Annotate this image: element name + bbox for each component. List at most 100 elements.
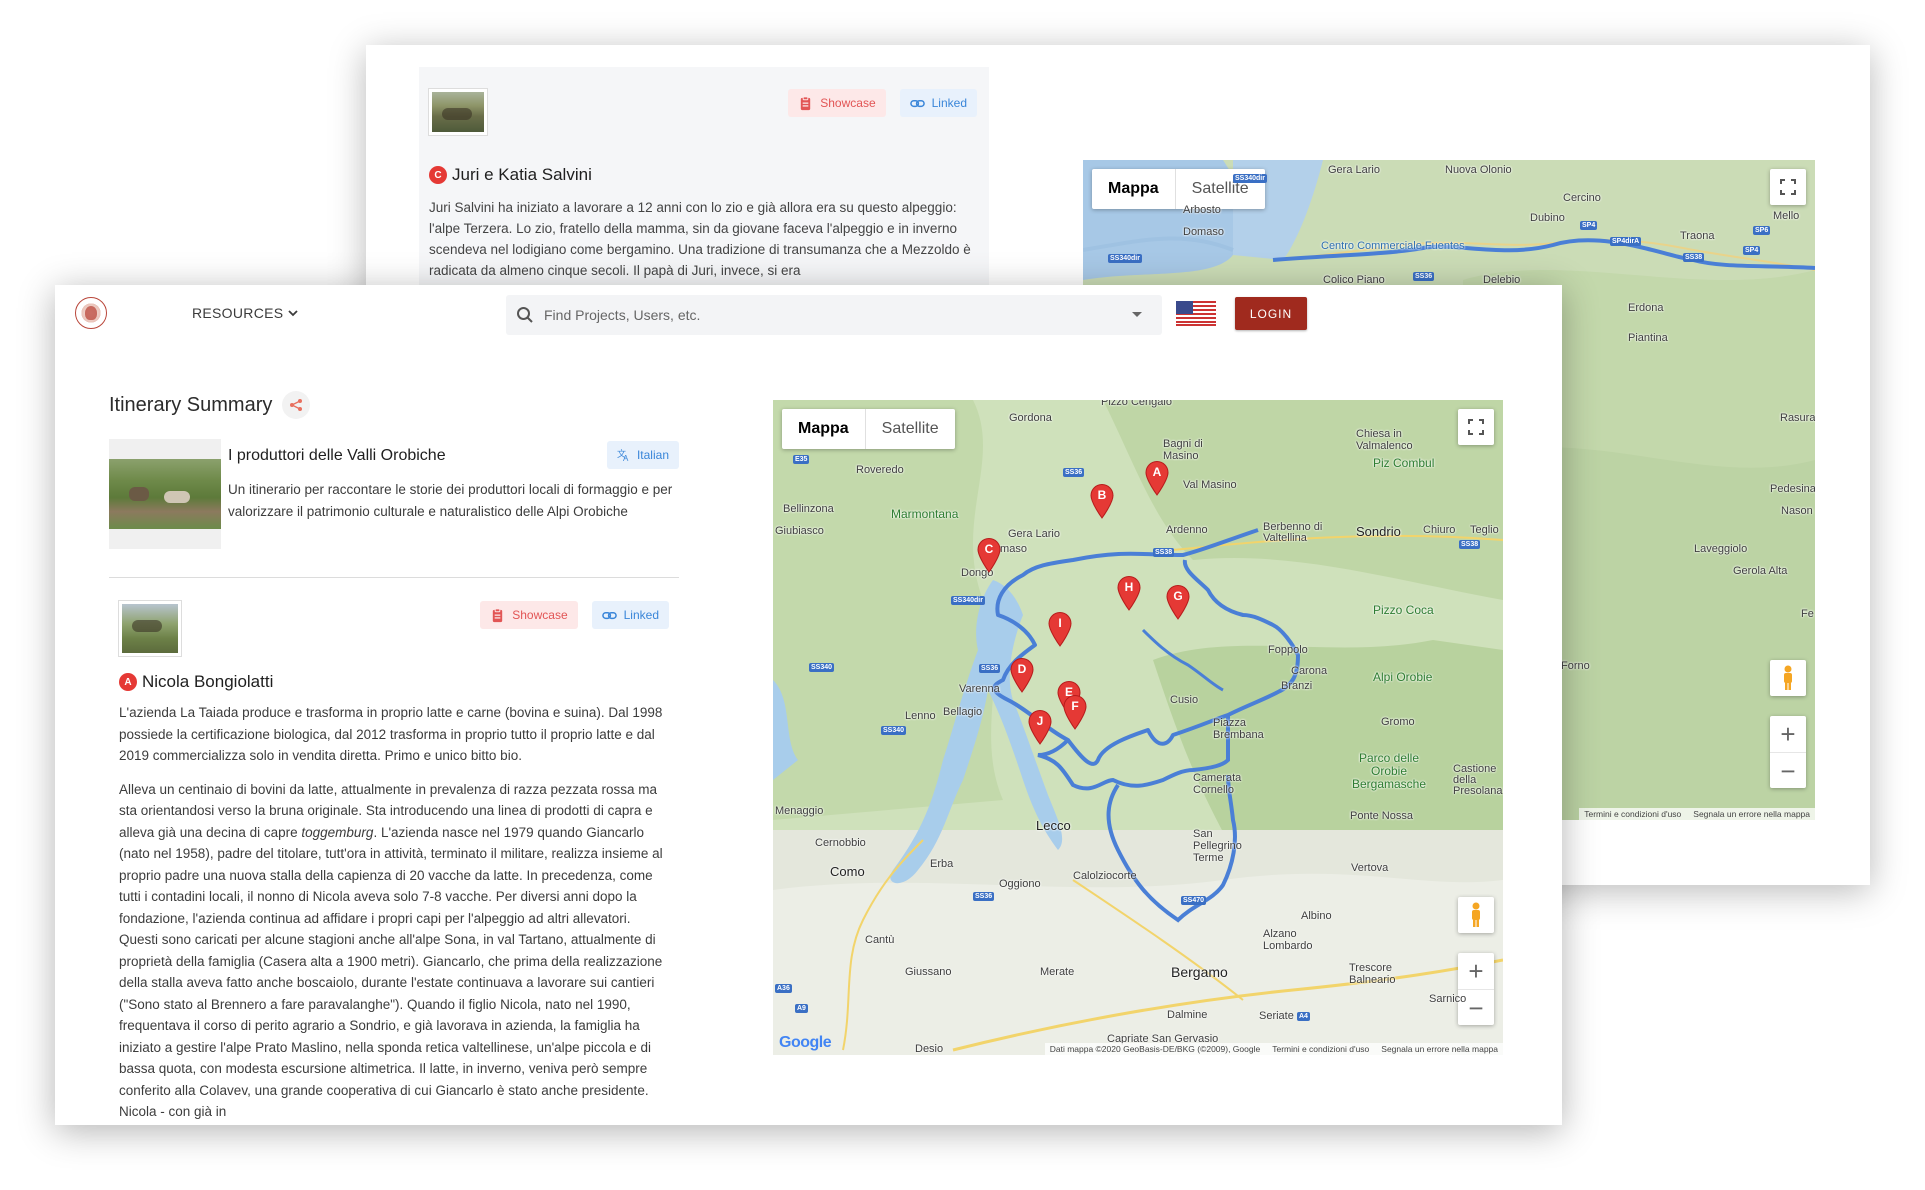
map-label: Cercino [1563, 192, 1601, 204]
marker-letter: B [1097, 488, 1107, 502]
map-type-mappa[interactable]: Mappa [782, 409, 865, 449]
map-label: Chiesa in Valmalenco [1356, 428, 1413, 452]
showcase-badge[interactable]: Showcase [480, 601, 578, 629]
route-marker-h[interactable]: H [1116, 575, 1142, 611]
road-shield: SS36 [979, 664, 1001, 673]
map-label: Chiuro [1423, 524, 1456, 536]
search-input[interactable] [544, 307, 1104, 323]
route-marker-a[interactable]: A [1144, 460, 1170, 496]
main-window: RESOURCES LOGIN Itinerary Summary I prod… [55, 285, 1562, 1125]
site-logo[interactable] [75, 297, 107, 329]
marker-letter: A [1152, 465, 1162, 479]
map-label: Centro Commerciale Fuentes [1321, 240, 1465, 252]
fullscreen-icon [1780, 179, 1796, 195]
map-label: Pedesina [1770, 483, 1815, 495]
map-terms-link[interactable]: Termini e condizioni d'uso [1584, 809, 1681, 819]
zoom-in-button[interactable]: + [1458, 953, 1494, 989]
fullscreen-icon [1468, 419, 1484, 435]
producer-name[interactable]: A Nicola Bongiolatti [119, 672, 679, 692]
map-label: Gera Lario [1328, 164, 1380, 176]
street-view-button[interactable] [1770, 660, 1806, 696]
login-button[interactable]: LOGIN [1235, 297, 1307, 330]
route-marker-g[interactable]: G [1165, 584, 1191, 620]
marker-letter-badge: C [429, 166, 447, 184]
fullscreen-button[interactable] [1458, 409, 1494, 445]
page-title: Itinerary Summary [109, 393, 273, 416]
road-shield: SS340 [809, 663, 835, 672]
road-shield: SS340dir [1233, 174, 1267, 183]
street-view-button[interactable] [1458, 897, 1494, 933]
map-label: Varenna [959, 683, 1000, 695]
producer-section: Showcase Linked A Nicola Bongiolatti L'a… [119, 601, 679, 1123]
map-label: Alpi Orobie [1373, 670, 1433, 684]
route-marker-b[interactable]: B [1089, 483, 1115, 519]
clipboard-icon [801, 95, 811, 110]
map-label: Albino [1301, 910, 1332, 922]
road-shield: A4 [1297, 1012, 1310, 1021]
zoom-in-button[interactable]: + [1770, 716, 1806, 752]
map-label: Lenno [905, 710, 936, 722]
road-shield: A9 [795, 1004, 808, 1013]
map-label: Piazza Brembana [1213, 717, 1264, 741]
route-marker-j[interactable]: J [1027, 709, 1053, 745]
map-label: Dubino [1530, 212, 1565, 224]
linked-badge[interactable]: Linked [899, 89, 977, 117]
map-type-mappa[interactable]: Mappa [1092, 169, 1175, 209]
road-shield: SS38 [1683, 253, 1705, 262]
itinerary-map[interactable]: Mappa Satellite + − Gordona Pizzo Cengal… [773, 400, 1503, 1055]
map-label: Bellinzona [783, 503, 834, 515]
producer-paragraph: Alleva un centinaio di bovini da latte, … [119, 779, 669, 1123]
link-icon [909, 99, 925, 107]
resources-menu[interactable]: RESOURCES [192, 305, 299, 321]
search-dropdown-caret-icon[interactable] [1132, 312, 1142, 317]
route-marker-i[interactable]: I [1047, 611, 1073, 647]
producer-thumbnail[interactable] [429, 89, 487, 135]
showcase-badge[interactable]: Showcase [788, 89, 886, 117]
marker-letter: C [984, 542, 994, 556]
map-label: Gromo [1381, 716, 1415, 728]
paragraph-emphasis: toggemburg [301, 824, 374, 840]
map-label: Mello [1773, 210, 1800, 222]
showcase-label: Showcase [820, 96, 876, 110]
route-marker-f[interactable]: F [1062, 694, 1088, 730]
itinerary-image[interactable] [109, 439, 221, 549]
map-label: Laveggiolo [1694, 543, 1748, 555]
linked-badge[interactable]: Linked [591, 601, 669, 629]
map-label: Camerata Cornello [1193, 772, 1242, 796]
zoom-out-button[interactable]: − [1770, 752, 1806, 788]
map-label: Parco delle Orobie Bergamasche [1351, 751, 1427, 791]
map-type-satellite[interactable]: Satellite [864, 409, 955, 449]
producer-name[interactable]: C Juri e Katia Salvini [429, 165, 979, 185]
road-shield: SS470 [1181, 896, 1207, 905]
producer-thumbnail[interactable] [119, 601, 181, 656]
search-bar [506, 295, 1162, 335]
itinerary-name[interactable]: I produttori delle Valli Orobiche [228, 447, 446, 465]
map-label: Piz Combul [1373, 456, 1435, 470]
road-shield: SS36 [1063, 468, 1085, 477]
map-report-link[interactable]: Segnala un errore nella mappa [1381, 1044, 1498, 1054]
map-label: Alzano Lombardo [1263, 928, 1313, 952]
map-label: Oggiono [999, 878, 1041, 890]
divider [109, 577, 679, 578]
route-marker-d[interactable]: D [1009, 657, 1035, 693]
map-label: Giubiasco [775, 525, 824, 537]
map-label: Cernobbio [815, 837, 866, 849]
map-label: Cantù [865, 934, 895, 946]
us-flag-icon[interactable] [1176, 301, 1216, 326]
map-label: Fe [1801, 608, 1814, 620]
search-icon [517, 307, 533, 323]
marker-letter-badge: A [119, 673, 137, 691]
map-report-link[interactable]: Segnala un errore nella mappa [1693, 809, 1810, 819]
fullscreen-button[interactable] [1770, 169, 1806, 205]
route-marker-c[interactable]: C [976, 537, 1002, 573]
language-badge[interactable]: 文A Italian [606, 441, 679, 469]
map-label: Teglio [1470, 524, 1499, 536]
road-shield: SS38 [1459, 540, 1481, 549]
road-shield: A36 [775, 984, 792, 993]
road-shield: SP4dirA [1610, 237, 1642, 246]
map-label: Berbenno di Valtellina [1263, 521, 1323, 544]
share-button[interactable] [282, 391, 311, 419]
translate-icon: 文A [617, 448, 629, 462]
map-terms-link[interactable]: Termini e condizioni d'uso [1272, 1044, 1369, 1054]
linked-label: Linked [623, 608, 659, 622]
